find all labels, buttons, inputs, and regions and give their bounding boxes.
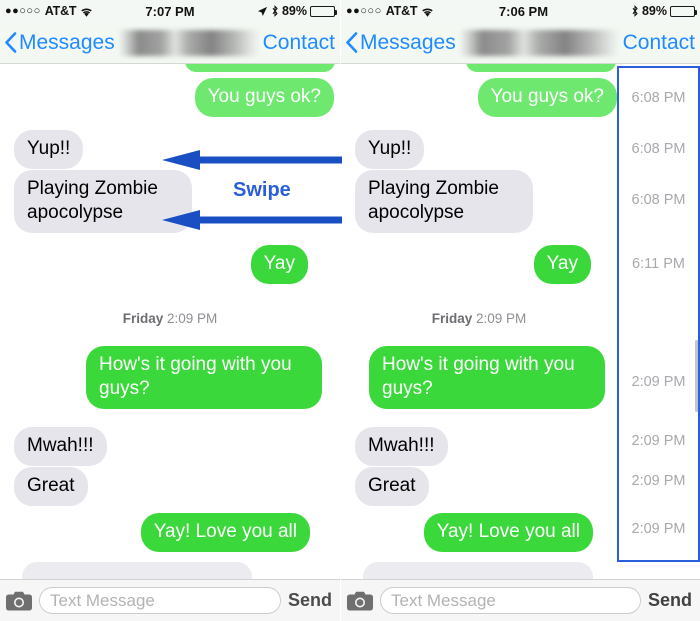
status-bar-right: 89% [257, 4, 337, 18]
message-input-bar: Text Message Send [341, 579, 700, 621]
back-label: Messages [360, 30, 456, 54]
carrier-label: AT&T [385, 4, 418, 18]
message-bubble-outgoing[interactable]: You guys ok? [194, 78, 340, 117]
nav-bar: Messages Contact [0, 22, 340, 64]
timestamp-rail: 6:08 PM 6:08 PM 6:08 PM 6:11 PM 2:09 PM … [617, 64, 700, 579]
timestamp: 6:08 PM [631, 90, 686, 106]
signal-strength-icon: ●●○○○ [5, 4, 41, 17]
send-button[interactable]: Send [648, 590, 694, 611]
message-input-placeholder: Text Message [50, 590, 155, 610]
screenshot-stage: ●●○○○ AT&T 7:07 PM 89% Messages Contact … [0, 0, 700, 621]
phone-screenshot-left: ●●○○○ AT&T 7:07 PM 89% Messages Contact … [0, 0, 340, 621]
battery-percent-label: 89% [641, 4, 667, 18]
day-separator: Friday 2:09 PM [341, 311, 617, 326]
send-button[interactable]: Send [288, 590, 334, 611]
swipe-arrow-top [162, 150, 342, 170]
contact-details-button[interactable]: Contact [623, 31, 700, 55]
carrier-label: AT&T [44, 4, 77, 18]
message-row[interactable]: Great [0, 467, 340, 506]
back-to-messages-button[interactable]: Messages [341, 31, 456, 55]
message-row[interactable]: Mwah!!! [0, 427, 340, 466]
status-bar: ●●○○○ AT&T 7:07 PM 89% [0, 0, 340, 22]
scrollbar-thumb[interactable] [695, 340, 698, 412]
partial-bubble-top [466, 64, 616, 72]
nav-bar: Messages Contact [341, 22, 700, 64]
day-separator-day: Friday [122, 311, 164, 326]
message-thread[interactable]: You guys ok? Yup!! Playing Zombie apocol… [341, 64, 700, 579]
timestamp: 6:08 PM [631, 141, 686, 157]
message-bubble-incoming[interactable]: Yup!! [8, 130, 84, 169]
camera-icon[interactable] [6, 591, 32, 611]
day-separator: Friday 2:09 PM [0, 311, 340, 326]
timestamp: 2:09 PM [631, 521, 686, 537]
status-bar-left: ●●○○○ AT&T [346, 4, 434, 18]
message-bubble-outgoing[interactable]: How's it going with you guys? [86, 346, 327, 409]
signal-strength-icon: ●●○○○ [346, 4, 382, 17]
message-bubble-outgoing[interactable]: How's it going with you guys? [369, 346, 610, 409]
bluetooth-icon [631, 5, 639, 17]
message-row[interactable]: You guys ok? [0, 78, 340, 117]
timestamp: 6:08 PM [631, 192, 686, 208]
message-text-field[interactable]: Text Message [380, 587, 641, 614]
swipe-annotation-label: Swipe [233, 179, 291, 201]
contact-name-redacted [459, 29, 619, 56]
timestamp: 6:11 PM [632, 256, 685, 272]
battery-percent-label: 89% [281, 4, 307, 18]
chevron-left-icon [345, 32, 358, 53]
message-bubble-outgoing[interactable]: You guys ok? [477, 78, 623, 117]
status-bar: ●●○○○ AT&T 7:06 PM 89% [341, 0, 700, 22]
message-row[interactable]: Yay! Love you all [0, 513, 340, 552]
day-separator-time: 2:09 PM [167, 311, 218, 326]
back-label: Messages [19, 30, 115, 54]
message-bubble-incoming[interactable]: Great [9, 467, 88, 506]
camera-icon[interactable] [347, 591, 373, 611]
wifi-icon [80, 7, 93, 18]
message-bubble-outgoing[interactable]: Yay! Love you all [140, 513, 316, 552]
message-row[interactable]: How's it going with you guys? [0, 346, 340, 409]
battery-icon [670, 5, 697, 17]
phone-screenshot-right: ●●○○○ AT&T 7:06 PM 89% Messages Contact … [341, 0, 700, 621]
day-separator-day: Friday [431, 311, 473, 326]
partial-bubble-bottom [363, 562, 593, 579]
message-bubble-incoming[interactable]: Playing Zombie apocolypse [350, 170, 533, 233]
wifi-icon [421, 7, 434, 18]
message-text-field[interactable]: Text Message [39, 587, 281, 614]
back-to-messages-button[interactable]: Messages [0, 31, 115, 55]
message-bubble-incoming[interactable]: Yup!! [349, 130, 425, 169]
bluetooth-icon [271, 5, 279, 17]
contact-details-button[interactable]: Contact [263, 31, 340, 55]
message-bubble-incoming[interactable]: Great [350, 467, 429, 506]
timestamp: 2:09 PM [631, 433, 686, 449]
contact-name-redacted [118, 29, 259, 56]
status-bar-left: ●●○○○ AT&T [5, 4, 93, 18]
swipe-arrow-bottom [162, 210, 342, 230]
panel-divider [340, 0, 341, 621]
chevron-left-icon [4, 32, 17, 53]
day-separator-time: 2:09 PM [476, 311, 527, 326]
message-bubble-outgoing[interactable]: Yay! Love you all [423, 513, 599, 552]
message-bubble-outgoing[interactable]: Yay [250, 245, 314, 284]
partial-bubble-bottom [22, 562, 252, 579]
message-input-bar: Text Message Send [0, 579, 340, 621]
timestamp: 2:09 PM [631, 374, 686, 390]
message-bubble-outgoing[interactable]: Yay [533, 245, 597, 284]
message-bubble-incoming[interactable]: Mwah!!! [9, 427, 107, 466]
message-thread[interactable]: You guys ok? Yup!! Playing Zombie apocol… [0, 64, 340, 579]
location-arrow-icon [257, 6, 268, 17]
message-bubble-incoming[interactable]: Mwah!!! [350, 427, 448, 466]
partial-bubble-top [185, 64, 335, 72]
message-row[interactable]: Yay [0, 245, 340, 284]
message-input-placeholder: Text Message [391, 590, 496, 610]
battery-icon [310, 5, 337, 17]
timestamp: 2:09 PM [631, 473, 686, 489]
status-bar-right: 89% [631, 4, 697, 18]
